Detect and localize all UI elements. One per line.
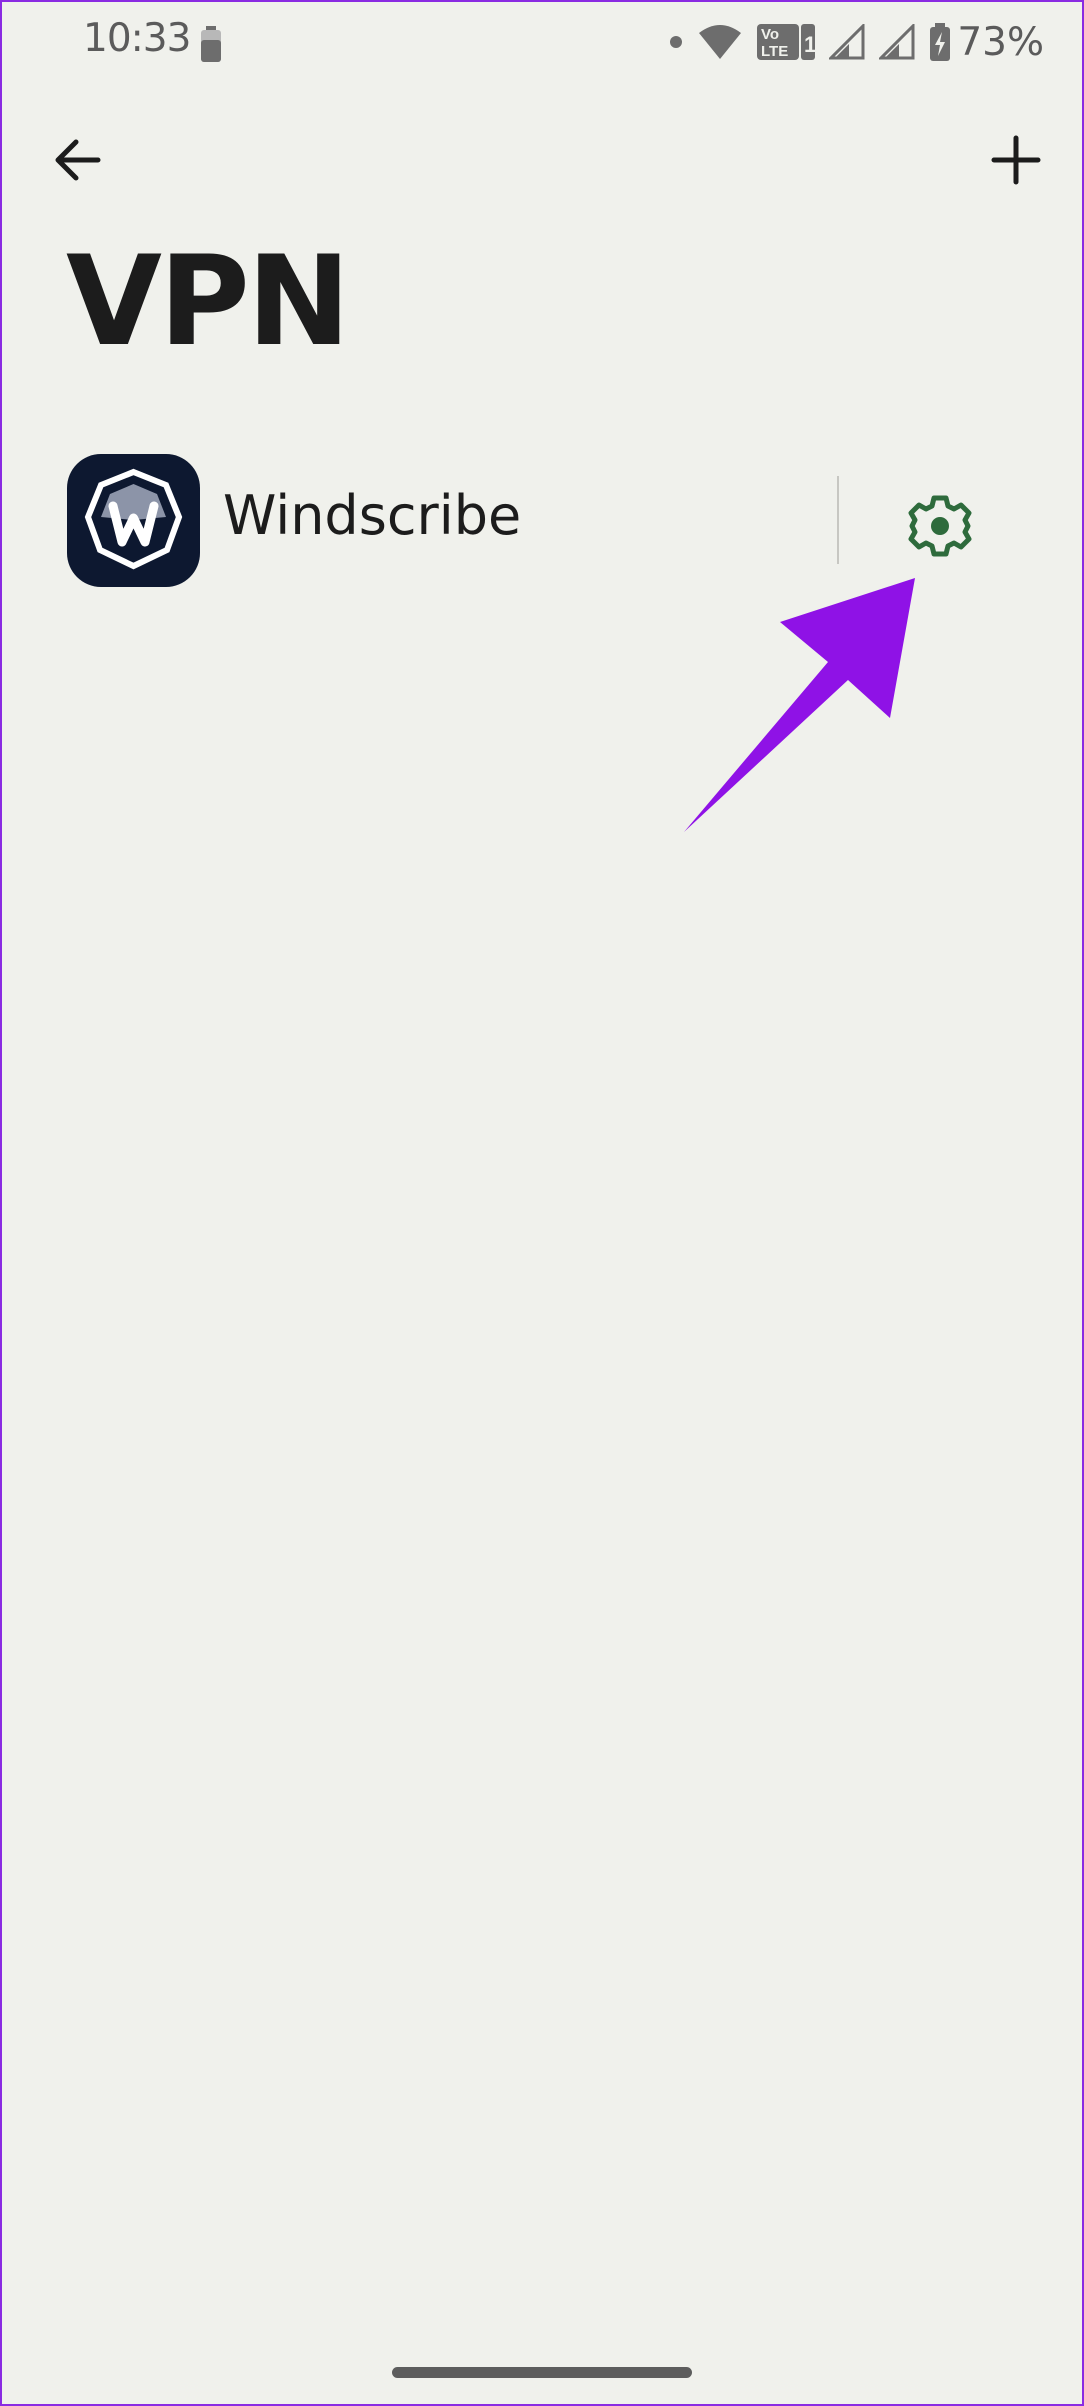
- battery-percentage: 73%: [957, 19, 1044, 65]
- add-vpn-button[interactable]: [984, 128, 1048, 192]
- windscribe-app-icon: [67, 454, 200, 587]
- battery-charging-icon: [930, 23, 951, 61]
- top-app-bar: [0, 120, 1084, 200]
- signal-sim2-icon: [879, 24, 915, 60]
- row-divider: [837, 476, 839, 564]
- notification-dot-icon: [670, 36, 683, 48]
- arrow-left-icon: [55, 139, 101, 181]
- volte-text-bottom: LTE: [761, 43, 788, 60]
- volte-icon: Vo LTE 1: [757, 24, 816, 60]
- home-indicator[interactable]: [392, 2367, 692, 2378]
- signal-sim1-icon: [829, 24, 865, 60]
- status-bar: 10:33 Vo LTE 1 73%: [0, 0, 1084, 80]
- wifi-icon: [699, 25, 742, 59]
- annotation-arrow-icon: [684, 578, 915, 832]
- volte-text-top: Vo: [761, 26, 779, 43]
- windscribe-logo-icon: [84, 468, 183, 570]
- vpn-settings-button[interactable]: [900, 486, 980, 566]
- sim-slot-number: 1: [804, 32, 815, 57]
- back-button[interactable]: [46, 128, 110, 192]
- status-time: 10:33: [83, 16, 191, 61]
- plus-icon: [991, 135, 1041, 185]
- vpn-name: Windscribe: [223, 484, 522, 547]
- battery-saver-icon: [201, 26, 221, 62]
- gear-icon: [908, 495, 972, 557]
- page-title: VPN: [66, 230, 351, 374]
- status-icons: Vo LTE 1 73%: [655, 14, 1044, 70]
